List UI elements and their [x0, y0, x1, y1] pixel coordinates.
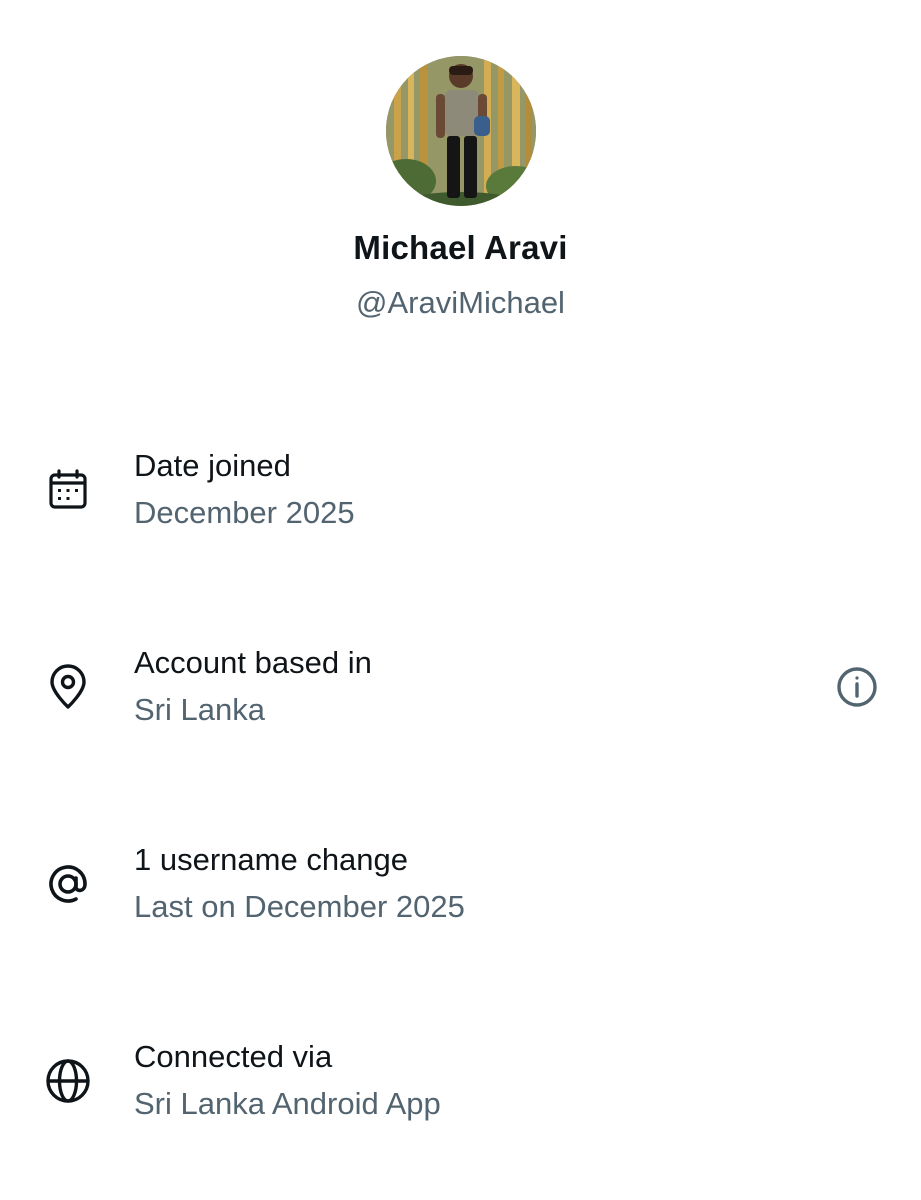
- detail-row-connected-via: Connected via Sri Lanka Android App: [0, 1037, 921, 1137]
- detail-text: Date joined December 2025: [134, 446, 355, 533]
- detail-title: 1 username change: [134, 842, 409, 877]
- detail-row-date-joined: Date joined December 2025: [0, 446, 921, 546]
- info-icon[interactable]: [833, 663, 881, 711]
- detail-row-username-change: 1 username change Last on December 2025: [0, 840, 921, 940]
- detail-value: Last on December 2025: [134, 889, 465, 924]
- detail-row-account-based-in: Account based in Sri Lanka: [0, 643, 921, 743]
- avatar[interactable]: [385, 56, 536, 206]
- profile-handle: @AraviMichael: [356, 285, 565, 320]
- detail-value: Sri Lanka Android App: [134, 1086, 441, 1121]
- detail-value: Sri Lanka: [134, 692, 265, 727]
- globe-icon: [40, 1053, 96, 1109]
- at-sign-icon: [40, 856, 96, 912]
- detail-title: Account based in: [134, 645, 372, 680]
- avatar-photo: [385, 56, 536, 206]
- detail-value: December 2025: [134, 495, 355, 530]
- detail-title: Connected via: [134, 1039, 333, 1074]
- profile-name: Michael Aravi: [353, 229, 568, 266]
- detail-text: Connected via Sri Lanka Android App: [134, 1037, 441, 1124]
- detail-text: Account based in Sri Lanka: [134, 643, 372, 730]
- profile-header: Michael Aravi @AraviMichael: [0, 56, 921, 322]
- detail-text: 1 username change Last on December 2025: [134, 840, 465, 927]
- calendar-icon: [40, 462, 96, 518]
- detail-title: Date joined: [134, 448, 291, 483]
- location-pin-icon: [40, 659, 96, 715]
